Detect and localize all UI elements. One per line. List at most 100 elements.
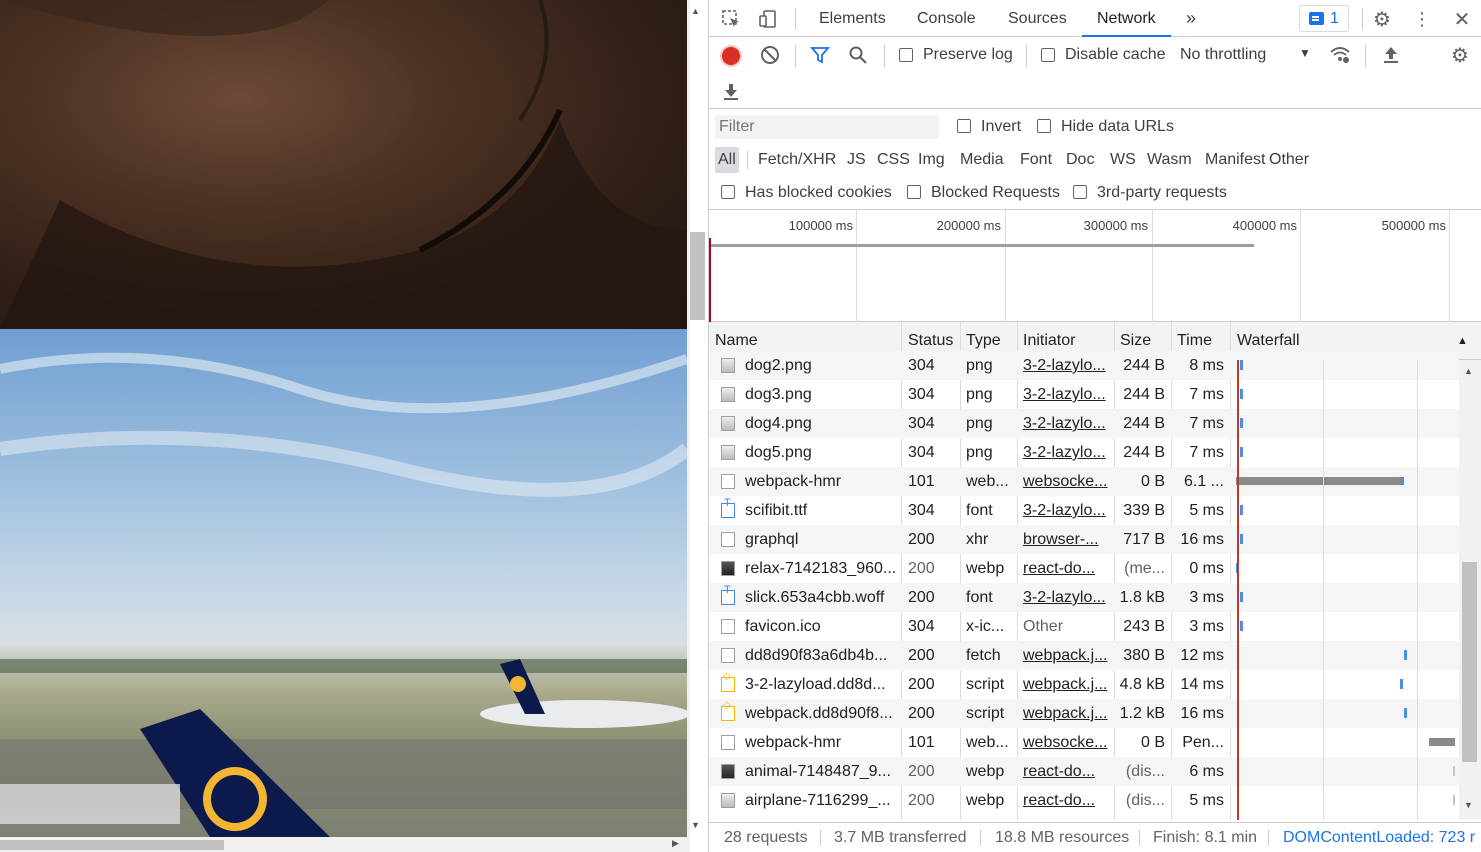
request-name[interactable]: dd8d90f83a6db4b...	[739, 641, 901, 670]
table-row[interactable]: airplane-7116299_... 200 webp react-do... (d…	[709, 786, 1459, 815]
disable-cache-checkbox[interactable]	[1041, 48, 1055, 62]
request-initiator[interactable]: 3-2-lazylo...	[1017, 409, 1114, 438]
clear-log-icon[interactable]	[757, 42, 783, 68]
devtools-panel: Elements Console Sources Network » 1 ⚙ ⋮…	[708, 0, 1481, 852]
filter-type-other[interactable]: Other	[1266, 147, 1312, 173]
tab-elements[interactable]: Elements	[819, 0, 886, 37]
table-row[interactable]: webpack-hmr 101 web... websocke... 0 B 6.1 ..…	[709, 467, 1459, 496]
request-initiator[interactable]: 3-2-lazylo...	[1017, 438, 1114, 467]
request-initiator[interactable]: 3-2-lazylo...	[1017, 496, 1114, 525]
table-row[interactable]: dd8d90f83a6db4b... 200 fetch webpack.j... 38…	[709, 641, 1459, 670]
hide-data-urls-checkbox[interactable]	[1037, 119, 1051, 133]
record-button[interactable]	[722, 47, 740, 65]
page-vertical-scrollbar[interactable]	[687, 0, 690, 852]
table-scroll-down-icon[interactable]: ▼	[1464, 800, 1473, 810]
filter-type-img[interactable]: Img	[915, 147, 948, 173]
filter-type-doc[interactable]: Doc	[1063, 147, 1097, 173]
preserve-log-checkbox[interactable]	[899, 48, 913, 62]
throttling-select[interactable]: No throttling	[1180, 46, 1266, 64]
table-scroll-thumb[interactable]	[1462, 562, 1477, 762]
network-settings-gear-icon[interactable]: ⚙	[1447, 42, 1473, 68]
scroll-up-arrow-icon[interactable]: ▲	[691, 6, 700, 16]
table-row[interactable]: dog3.png 304 png 3-2-lazylo... 244 B 7 ms	[709, 380, 1459, 409]
filter-type-fetch-xhr[interactable]: Fetch/XHR	[755, 147, 839, 173]
table-row[interactable]: slick.653a4cbb.woff 200 font 3-2-lazylo... 1…	[709, 583, 1459, 612]
more-options-icon[interactable]: ⋮	[1409, 6, 1435, 32]
scroll-right-arrow-icon[interactable]: ▶	[672, 838, 679, 849]
tab-console[interactable]: Console	[917, 0, 976, 37]
table-row[interactable]: 3-2-lazyload.dd8d... 200 script webpack.j..…	[709, 670, 1459, 699]
request-name[interactable]: dog4.png	[739, 409, 901, 438]
tab-network[interactable]: Network	[1082, 0, 1171, 37]
filter-type-font[interactable]: Font	[1017, 147, 1055, 173]
device-toolbar-icon[interactable]	[755, 6, 781, 32]
page-scroll-thumb[interactable]	[690, 232, 705, 320]
request-name[interactable]: graphql	[739, 525, 901, 554]
table-row[interactable]: webpack-hmr 101 web... websocke... 0 B Pen...	[709, 728, 1459, 757]
request-initiator[interactable]: webpack.j...	[1017, 641, 1114, 670]
filter-type-ws[interactable]: WS	[1107, 147, 1139, 173]
more-tabs-button[interactable]: »	[1186, 0, 1196, 37]
has-blocked-cookies-checkbox[interactable]	[721, 185, 735, 199]
settings-gear-icon[interactable]: ⚙	[1369, 6, 1395, 32]
filter-funnel-icon[interactable]	[807, 42, 833, 68]
search-icon[interactable]	[845, 42, 871, 68]
request-name[interactable]: 3-2-lazyload.dd8d...	[739, 670, 901, 699]
filter-input[interactable]	[715, 115, 939, 139]
tab-sources[interactable]: Sources	[1008, 0, 1067, 37]
request-initiator[interactable]: Other	[1017, 612, 1114, 641]
close-devtools-icon[interactable]: ✕	[1449, 6, 1475, 32]
request-initiator[interactable]: webpack.j...	[1017, 670, 1114, 699]
request-initiator[interactable]: 3-2-lazylo...	[1017, 380, 1114, 409]
table-row[interactable]: relax-7142183_960... 200 webp react-do... (m…	[709, 554, 1459, 583]
request-initiator[interactable]: browser-...	[1017, 525, 1114, 554]
filter-type-wasm[interactable]: Wasm	[1144, 147, 1195, 173]
request-name[interactable]: animal-7148487_9...	[739, 757, 901, 786]
table-row[interactable]: scifibit.ttf 304 font 3-2-lazylo... 339 B 5 m…	[709, 496, 1459, 525]
request-initiator[interactable]: react-do...	[1017, 757, 1114, 786]
request-name[interactable]: airplane-7116299_...	[739, 786, 901, 815]
request-initiator[interactable]: websocke...	[1017, 467, 1114, 496]
issues-badge[interactable]: 1	[1299, 5, 1349, 32]
network-conditions-icon[interactable]	[1327, 42, 1353, 68]
third-party-requests-checkbox[interactable]	[1073, 185, 1087, 199]
request-name[interactable]: dog3.png	[739, 380, 901, 409]
request-name[interactable]: webpack.dd8d90f8...	[739, 699, 901, 728]
request-name[interactable]: relax-7142183_960...	[739, 554, 901, 583]
blocked-requests-checkbox[interactable]	[907, 185, 921, 199]
request-name[interactable]: webpack-hmr	[739, 728, 901, 757]
table-row[interactable]: dog4.png 304 png 3-2-lazylo... 244 B 7 ms	[709, 409, 1459, 438]
page-horizontal-scroll-thumb[interactable]	[0, 840, 224, 850]
filter-type-manifest[interactable]: Manifest	[1202, 147, 1268, 173]
request-initiator[interactable]: webpack.j...	[1017, 699, 1114, 728]
request-name[interactable]: slick.653a4cbb.woff	[739, 583, 901, 612]
table-row[interactable]: graphql 200 xhr browser-... 717 B 16 ms	[709, 525, 1459, 554]
table-scroll-up-icon[interactable]: ▲	[1464, 366, 1473, 376]
table-row[interactable]: dog2.png 304 png 3-2-lazylo... 244 B 8 ms	[709, 351, 1459, 380]
filter-type-css[interactable]: CSS	[874, 147, 913, 173]
filter-type-media[interactable]: Media	[957, 147, 1007, 173]
request-initiator[interactable]: 3-2-lazylo...	[1017, 351, 1114, 380]
request-name[interactable]: favicon.ico	[739, 612, 901, 641]
invert-checkbox[interactable]	[957, 119, 971, 133]
inspect-element-icon[interactable]	[718, 6, 744, 32]
throttling-dropdown-icon[interactable]: ▼	[1299, 46, 1311, 60]
import-har-upload-icon[interactable]	[1378, 42, 1404, 68]
table-row[interactable]: dog5.png 304 png 3-2-lazylo... 244 B 7 ms	[709, 438, 1459, 467]
network-overview-timeline[interactable]: 100000 ms 200000 ms 300000 ms 400000 ms …	[709, 210, 1481, 322]
filter-type-all[interactable]: All	[715, 147, 739, 173]
table-row[interactable]: animal-7148487_9... 200 webp react-do... (di…	[709, 757, 1459, 786]
filter-type-js[interactable]: JS	[844, 147, 869, 173]
request-initiator[interactable]: websocke...	[1017, 728, 1114, 757]
scroll-down-arrow-icon[interactable]: ▼	[691, 820, 700, 830]
request-initiator[interactable]: react-do...	[1017, 786, 1114, 815]
table-row[interactable]: favicon.ico 304 x-ic... Other 243 B 3 ms	[709, 612, 1459, 641]
request-initiator[interactable]: react-do...	[1017, 554, 1114, 583]
request-initiator[interactable]: 3-2-lazylo...	[1017, 583, 1114, 612]
request-name[interactable]: dog2.png	[739, 351, 901, 380]
request-name[interactable]: scifibit.ttf	[739, 496, 901, 525]
request-name[interactable]: dog5.png	[739, 438, 901, 467]
export-har-download-icon[interactable]	[718, 78, 744, 104]
request-name[interactable]: webpack-hmr	[739, 467, 901, 496]
table-row[interactable]: webpack.dd8d90f8... 200 script webpack.j...…	[709, 699, 1459, 728]
